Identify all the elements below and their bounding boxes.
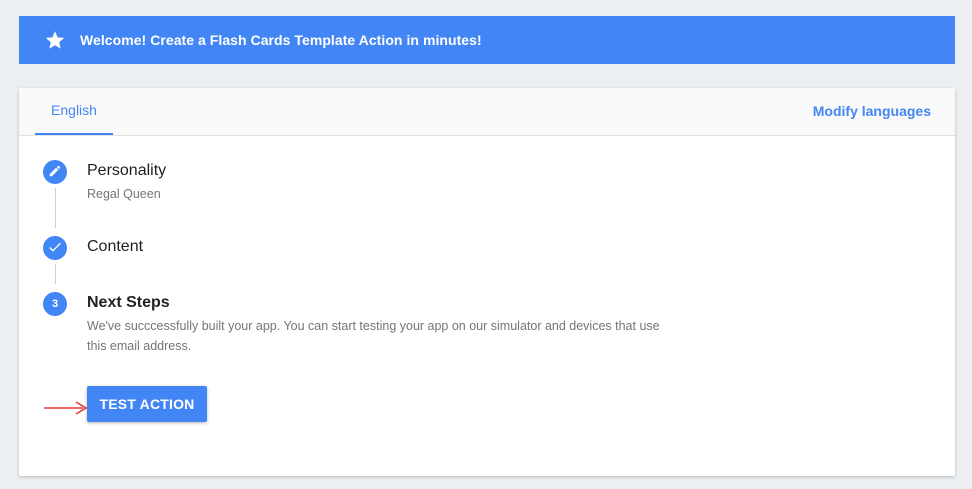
star-icon <box>44 29 66 51</box>
template-card: English Modify languages Personality Reg… <box>19 88 955 476</box>
welcome-banner: Welcome! Create a Flash Cards Template A… <box>19 16 955 64</box>
step-personality-subtitle: Regal Queen <box>87 187 161 201</box>
step-number: 3 <box>51 298 59 310</box>
step-connector <box>55 264 56 284</box>
step-personality-title: Personality <box>87 162 167 179</box>
step-connector <box>55 188 56 228</box>
step-next-steps-description: We've succcessfully built your app. You … <box>87 319 660 353</box>
tab-english[interactable]: English <box>35 88 113 135</box>
banner-text: Welcome! Create a Flash Cards Template A… <box>80 32 482 48</box>
pencil-icon <box>48 164 62 181</box>
modify-languages-link[interactable]: Modify languages <box>813 88 931 135</box>
test-action-button[interactable]: TEST ACTION <box>87 386 207 422</box>
step-content-title: Content <box>87 238 144 255</box>
language-tabbar: English Modify languages <box>19 88 955 136</box>
step-next-steps-number: 3 <box>43 292 67 316</box>
step-next-steps-title: Next Steps <box>87 294 170 311</box>
red-arrow-icon <box>43 400 89 421</box>
step-personality-edit-button[interactable] <box>43 160 67 184</box>
check-icon <box>47 239 63 258</box>
step-content-button[interactable] <box>43 236 67 260</box>
